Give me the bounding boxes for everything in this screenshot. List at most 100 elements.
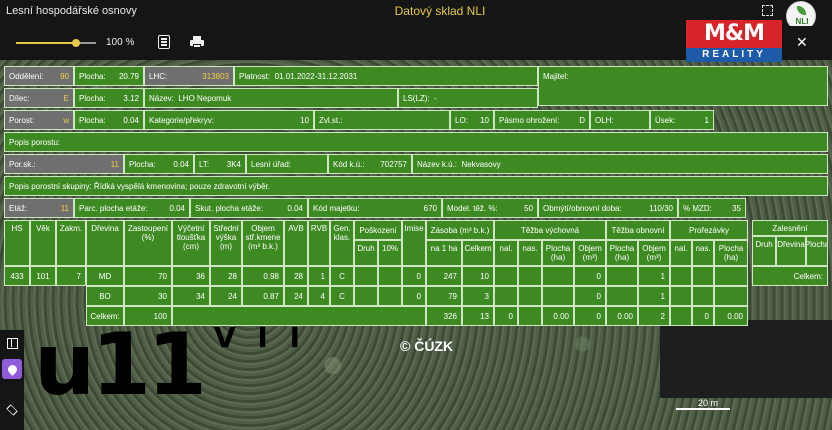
total-tv-nas [518, 306, 542, 326]
zoom-slider-fill [16, 42, 76, 44]
obmyti-label: Obmýtí/obnovní doba: [543, 203, 622, 213]
parc-value: 0.04 [169, 203, 185, 213]
fullscreen-icon[interactable] [762, 5, 773, 16]
h-tv-nas: nas. [518, 240, 542, 266]
h-gen: Gen. klas. [330, 220, 354, 266]
lt-label: LT: [199, 159, 210, 169]
h-rvb: RVB [308, 220, 330, 266]
total-tv-objem: 0 [574, 306, 606, 326]
lo-label: LO: [455, 115, 468, 125]
dilec-cell: Dílec: E [4, 88, 74, 108]
h-tv-objem: Objem (m³) [574, 240, 606, 266]
species-cell-str: 24 [210, 286, 242, 306]
h-druh: Druh [354, 240, 378, 266]
cuzk-copyright: © ČÚZK [400, 338, 454, 354]
close-icon[interactable]: ✕ [796, 34, 808, 51]
species-cell-empty [670, 266, 692, 286]
plocha-label: Plocha: [129, 159, 156, 169]
lhc-value: 313803 [202, 71, 229, 81]
kodku-label: Kód k.ú.: [333, 159, 365, 169]
species-cell-empty [714, 286, 748, 306]
h-10: 10% [378, 240, 402, 266]
species-cell-empty [692, 286, 714, 306]
obmyti-cell: Obmýtí/obnovní doba: 110/30 [538, 198, 678, 218]
layers-button[interactable] [2, 400, 22, 420]
species-cell-empty [606, 286, 638, 306]
dilec-value: E [63, 93, 69, 103]
species-cell-rvb: 1 [308, 266, 330, 286]
lhc-label: LHC: [149, 71, 168, 81]
etaz-cell: Etáž: 11 [4, 198, 74, 218]
species-cell-imise: 0 [402, 266, 426, 286]
zakm-header: Zakm. [56, 220, 86, 266]
porost-cell: Porost: w [4, 110, 74, 130]
species-cell-zast: 70 [124, 266, 172, 286]
h-poskozeni: Poškození [354, 220, 402, 240]
species-cell-zast: 30 [124, 286, 172, 306]
usek-cell: Úsek: 1 [650, 110, 714, 130]
species-cell-empty [354, 286, 378, 306]
document-icon[interactable] [158, 35, 170, 49]
total-tv-plocha: 0.00 [542, 306, 574, 326]
popis-skupiny-text: Popis porostní skupiny: Řídká vyspělá km… [9, 181, 271, 191]
zoom-slider[interactable] [16, 39, 96, 47]
species-cell-avb: 24 [284, 286, 308, 306]
porsk-value: 11 [110, 159, 119, 169]
kategorie-label: Kategorie/překryv: [149, 115, 214, 125]
kategorie-value: 10 [300, 115, 309, 125]
skut-cell: Skut. plocha etáže: 0.04 [190, 198, 308, 218]
zakm-value: 7 [56, 266, 86, 286]
ls-label: LS(LZ): [403, 93, 430, 103]
species-cell-gen: C [330, 266, 354, 286]
species-cell-empty [354, 266, 378, 286]
species-cell-gen: C [330, 286, 354, 306]
species-cell-empty [606, 266, 638, 286]
ls-cell: LS(LZ): - [398, 88, 538, 108]
kodku-value: 702757 [380, 159, 407, 169]
panel-toggle-button[interactable] [2, 333, 22, 353]
usek-label: Úsek: [655, 115, 676, 125]
oddeleni-cell: Oddělení: 90 [4, 66, 74, 86]
kategorie-cell: Kategorie/překryv: 10 [144, 110, 314, 130]
h-vycetni: Výčetní tloušťka (cm) [172, 220, 210, 266]
h-tezba-obnovni: Těžba obnovní [606, 220, 670, 240]
h-objem: Objem stř.kmene (m³ b.k.) [242, 220, 284, 266]
plocha-label: Plocha: [79, 93, 106, 103]
h-tv-plocha: Plocha (ha) [542, 240, 574, 266]
porost-plocha-cell: Plocha: 0.04 [74, 110, 144, 130]
popis-skupiny-cell: Popis porostní skupiny: Řídká vyspělá km… [4, 176, 828, 196]
lt-cell: LT: 3K4 [194, 154, 246, 174]
species-cell-celkem: 10 [462, 266, 494, 286]
lesni-urad-cell: Lesní úřad: [246, 154, 328, 174]
species-cell-drevina: MD [86, 266, 124, 286]
species-cell-drevina: BO [86, 286, 124, 306]
map-scale-bar: 20 m [676, 398, 730, 410]
location-button[interactable] [2, 359, 22, 379]
olh-label: OLH: [595, 115, 614, 125]
species-cell-empty [494, 266, 518, 286]
species-cell-empty [518, 266, 542, 286]
left-toolbar [0, 330, 24, 430]
dilec-plocha-cell: Plocha: 3.12 [74, 88, 144, 108]
species-cell-avb: 28 [284, 266, 308, 286]
h-stredni: Střední výška (m) [210, 220, 242, 266]
center-title: Datový sklad NLI [394, 4, 486, 18]
lesni-urad-label: Lesní úřad: [251, 159, 292, 169]
zoom-label: 100 % [106, 37, 135, 48]
species-cell-tv-obj: 0 [574, 266, 606, 286]
obmyti-value: 110/30 [649, 203, 673, 213]
zoom-slider-thumb[interactable] [72, 39, 80, 47]
popis-porostu-cell: Popis porostu: [4, 132, 828, 152]
model-value: 50 [524, 203, 533, 213]
lo-value: 10 [480, 115, 489, 125]
majitel-cell: Majitel: [538, 66, 828, 106]
plocha-value: 3.12 [123, 93, 139, 103]
nazevku-cell: Název k.ú.: Nekvasovy [412, 154, 828, 174]
scale-line [676, 408, 730, 410]
plocha-value: 0.04 [123, 115, 139, 125]
kod-majetku-cell: Kód majetku: 670 [308, 198, 442, 218]
total-to-objem: 2 [638, 306, 670, 326]
map-dark-area [660, 320, 832, 398]
print-icon[interactable] [190, 36, 204, 48]
map-label-u11: u11 [34, 315, 207, 415]
